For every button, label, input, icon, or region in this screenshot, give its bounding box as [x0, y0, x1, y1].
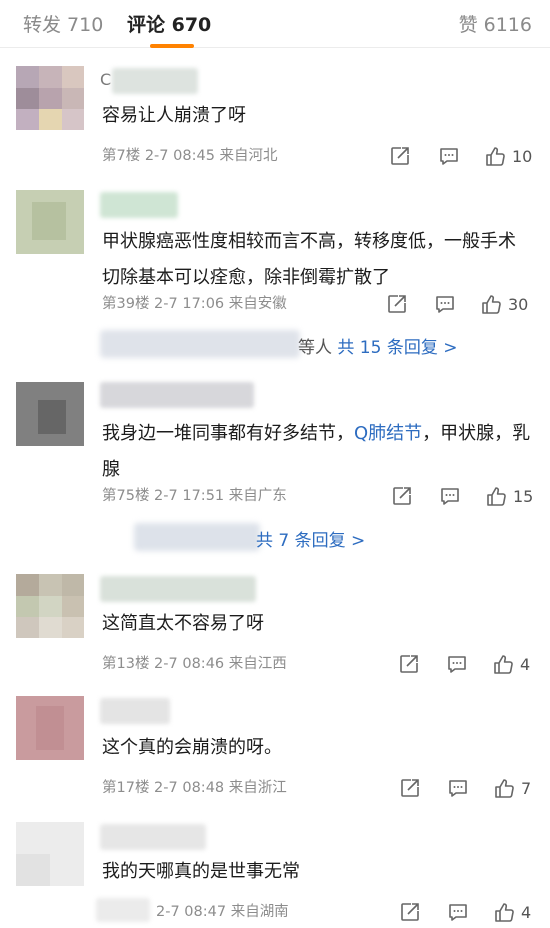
- comment-actions: 10: [0, 145, 550, 167]
- view-replies-link[interactable]: 共 7 条回复 >: [256, 531, 365, 551]
- thumbs-up-icon: [486, 147, 505, 166]
- thumbs-up-icon: [494, 655, 513, 674]
- like-button[interactable]: 4: [492, 653, 530, 675]
- tab-comments[interactable]: 评论 670: [127, 10, 211, 37]
- share-icon[interactable]: [391, 485, 413, 507]
- username-blurred[interactable]: [100, 576, 256, 602]
- like-button[interactable]: 10: [484, 145, 532, 167]
- like-button[interactable]: 30: [480, 293, 528, 315]
- comment-actions: 7: [0, 777, 550, 799]
- share-icon[interactable]: [398, 653, 420, 675]
- comment-icon[interactable]: [434, 293, 456, 315]
- username-blurred[interactable]: [112, 68, 198, 94]
- comment-actions: 30: [0, 293, 550, 315]
- username-blurred[interactable]: [100, 192, 178, 218]
- username-blurred[interactable]: [100, 382, 254, 408]
- like-button[interactable]: 7: [493, 777, 531, 799]
- comment-text: 我的天哪真的是世事无常: [102, 861, 300, 882]
- username-blurred[interactable]: [100, 698, 170, 724]
- comment-text: 这个真的会崩溃的呀。: [102, 737, 282, 758]
- comment-text: 这简直太不容易了呀: [102, 613, 264, 634]
- topic-tag[interactable]: Q肺结节: [354, 423, 422, 444]
- comment-actions: 4: [0, 901, 550, 923]
- comment-icon[interactable]: [447, 777, 469, 799]
- view-replies-link[interactable]: 共 15 条回复 >: [337, 338, 457, 358]
- comment-tabs: 转发 710 评论 670 赞 6116: [0, 0, 550, 48]
- thumbs-up-icon: [495, 903, 514, 922]
- share-icon[interactable]: [386, 293, 408, 315]
- avatar[interactable]: [16, 696, 84, 760]
- like-count: 10: [512, 146, 533, 166]
- like-count: 30: [508, 294, 529, 314]
- comment-actions: 15: [0, 485, 550, 507]
- comment-text: 容易让人崩溃了呀: [102, 105, 246, 126]
- comment-item: 我身边一堆同事都有好多结节，Q肺结节，甲状腺，乳腺 第75楼 2-7 17:51…: [0, 376, 550, 566]
- avatar[interactable]: [16, 822, 84, 886]
- comment-item: 这个真的会崩溃的呀。 第17楼 2-7 08:48 来自浙江 7: [0, 688, 550, 812]
- username-blurred[interactable]: [100, 824, 206, 850]
- comment-item: C 容易让人崩溃了呀 第7楼 2-7 08:45 来自河北 10: [0, 62, 550, 182]
- thumbs-up-icon: [487, 487, 506, 506]
- like-count: 7: [521, 778, 532, 798]
- reply-names-suffix: 等人: [298, 338, 332, 358]
- tab-likes[interactable]: 赞 6116: [459, 10, 532, 37]
- comment-actions: 4: [0, 653, 550, 675]
- comment-item: 我的天哪真的是世事无常 2-7 08:47 来自湖南 4: [0, 812, 550, 928]
- comment-icon[interactable]: [439, 485, 461, 507]
- like-count: 4: [520, 654, 531, 674]
- like-button[interactable]: 4: [493, 901, 531, 923]
- comment-text: 甲状腺癌恶性度相较而言不高，转移度低，一般手术切除基本可以痊愈，除非倒霉扩散了: [102, 231, 516, 288]
- share-icon[interactable]: [389, 145, 411, 167]
- avatar[interactable]: [16, 66, 84, 130]
- comment-item: 甲状腺癌恶性度相较而言不高，转移度低，一般手术切除基本可以痊愈，除非倒霉扩散了 …: [0, 186, 550, 376]
- tab-repost[interactable]: 转发 710: [23, 10, 103, 37]
- share-icon[interactable]: [399, 901, 421, 923]
- thumbs-up-icon: [482, 295, 501, 314]
- like-count: 4: [521, 902, 532, 922]
- comment-icon[interactable]: [447, 901, 469, 923]
- avatar[interactable]: [16, 190, 84, 254]
- avatar[interactable]: [16, 574, 84, 638]
- comment-text-part: 我身边一堆同事都有好多结节，: [102, 423, 354, 444]
- comment-icon[interactable]: [438, 145, 460, 167]
- share-icon[interactable]: [399, 777, 421, 799]
- reply-preview[interactable]: 共 7 条回复 >: [100, 523, 400, 551]
- username-initial[interactable]: C: [100, 70, 111, 89]
- like-button[interactable]: 15: [485, 485, 533, 507]
- reply-names-blurred: [100, 330, 300, 358]
- reply-preview[interactable]: 等人 共 15 条回复 >: [100, 330, 540, 358]
- like-count: 15: [513, 486, 534, 506]
- reply-names-blurred: [134, 523, 260, 551]
- comment-item: 这简直太不容易了呀 第13楼 2-7 08:46 来自江西 4: [0, 566, 550, 688]
- comment-icon[interactable]: [446, 653, 468, 675]
- comment-text: 我身边一堆同事都有好多结节，Q肺结节，甲状腺，乳腺: [102, 416, 532, 488]
- active-tab-indicator: [150, 44, 194, 48]
- thumbs-up-icon: [495, 779, 514, 798]
- avatar[interactable]: [16, 382, 84, 446]
